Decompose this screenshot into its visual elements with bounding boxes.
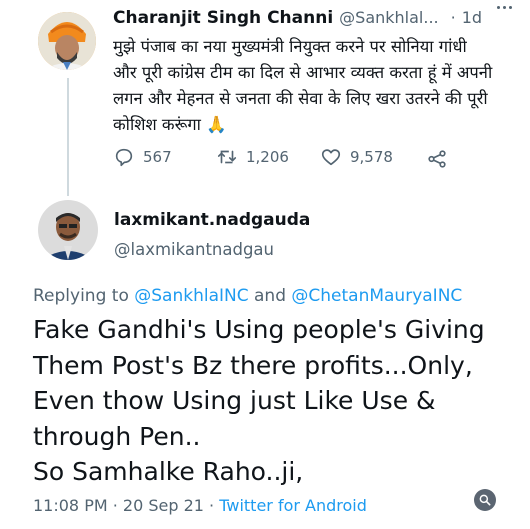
share-button[interactable] [426,148,448,174]
reply-body-line: Them Post's Bz there profits...Only, [33,350,473,380]
reply-count: 567 [143,148,172,166]
reply-avatar[interactable] [38,200,98,260]
reply-author-handle[interactable]: @laxmikantnadgau [114,240,274,259]
replying-to-line: Replying to @SankhlaINC and @ChetanMaury… [33,286,462,306]
reply-body-line: So Samhalke Raho..ji, [33,457,304,486]
time-ago[interactable]: 1d [462,8,482,27]
timestamp[interactable]: 11:08 PM · 20 Sep 21 [33,496,204,515]
meta-separator: · [209,496,215,515]
retweet-icon [217,150,237,164]
reply-body-line: Fake Gandhi's Using people's Giving [33,315,485,344]
reply-body-line: Even thow Using just Like Use & [33,386,436,415]
reply-author-name[interactable]: laxmikant.nadgauda [114,210,310,230]
reply-body: Fake Gandhi's Using people's Giving Them… [33,312,525,490]
retweet-count: 1,206 [246,148,289,166]
reply-body-line: through Pen.. [33,421,201,451]
heart-icon [321,149,341,166]
more-options-icon[interactable] [497,6,512,9]
zoom-button[interactable] [474,489,496,511]
thread-connector-line [67,78,69,196]
dot-separator: · [450,8,456,27]
reply-avatar-portrait-icon [38,200,98,260]
replying-to-prefix: Replying to [33,286,129,306]
share-icon [428,150,446,168]
retweet-button[interactable]: 1,206 [216,146,289,168]
source-link[interactable]: Twitter for Android [219,496,367,515]
like-button[interactable]: 9,578 [320,146,393,168]
mention-link[interactable]: @SankhlaINC [134,286,248,306]
avatar[interactable] [38,12,96,70]
reply-button[interactable]: 567 [113,146,172,168]
mention-link[interactable]: @ChetanMauryaINC [291,286,462,306]
author-handle[interactable]: @Sankhlal... [339,8,438,27]
like-count: 9,578 [350,148,393,166]
author-name[interactable]: Charanjit Singh Channi [113,8,333,28]
magnifier-icon [479,494,491,506]
reply-icon [115,148,133,167]
tweet-meta: 11:08 PM · 20 Sep 21 · Twitter for Andro… [33,496,367,515]
tweet-text: मुझे पंजाब का नया मुख्यमंत्री नियुक्त कर… [113,37,493,134]
replying-and: and [254,286,286,306]
avatar-portrait-icon [38,12,96,70]
